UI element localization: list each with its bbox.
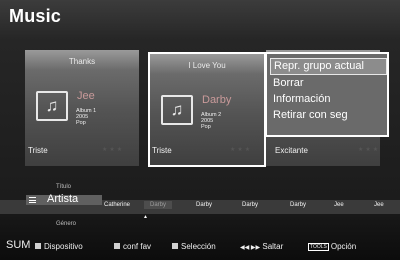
- strip-item-selected[interactable]: Darby: [144, 201, 173, 209]
- card-artist: Jee: [77, 90, 95, 102]
- card-genre: Pop: [201, 124, 211, 130]
- help-fav[interactable]: conf fav: [114, 242, 151, 251]
- strip-item[interactable]: Darby: [196, 202, 212, 208]
- position-marker-icon: ▲: [143, 214, 148, 220]
- music-note-icon: ♫: [161, 95, 193, 125]
- music-screen: Music Thanks ♫ Jee Album 1 2005 Pop I Lo…: [0, 0, 400, 260]
- strip-item[interactable]: Jee: [374, 202, 384, 208]
- list-icon: [29, 197, 36, 203]
- help-option-label: Opción: [330, 242, 357, 251]
- skip-icon: ◀◀ ▶▶: [240, 245, 261, 251]
- menu-item-delete[interactable]: Borrar: [270, 75, 387, 91]
- help-fav-label: conf fav: [123, 242, 152, 251]
- brand-label: SUM: [6, 239, 31, 251]
- card-meta: Album 1 2005 Pop: [76, 108, 96, 126]
- card-artist: Darby: [202, 94, 232, 106]
- help-device[interactable]: Dispositivo: [35, 242, 83, 251]
- sort-current[interactable]: Artista: [47, 193, 78, 205]
- card-meta: Album 2 2005 Pop: [201, 112, 221, 130]
- tools-key-icon: TOOLS: [308, 243, 329, 251]
- help-skip-label: Saltar: [262, 242, 284, 251]
- bottom-help-bar: SUM Dispositivo conf fav Selección ◀◀ ▶▶…: [0, 234, 400, 260]
- card-mood: Triste: [152, 146, 172, 155]
- red-key-icon: [35, 243, 41, 249]
- menu-item-play-group[interactable]: Repr. grupo actual: [270, 58, 387, 75]
- sort-option-below[interactable]: Género: [56, 221, 76, 227]
- help-skip[interactable]: ◀◀ ▶▶ Saltar: [240, 242, 283, 251]
- strip-item[interactable]: Jee: [334, 202, 344, 208]
- sort-bar: Título Artista Género Catherine Darby Da…: [0, 183, 400, 227]
- strip-item[interactable]: Darby: [242, 202, 258, 208]
- green-key-icon: [114, 243, 120, 249]
- page-title: Music: [9, 6, 62, 26]
- strip-item[interactable]: Catherine: [104, 202, 130, 208]
- strip-item[interactable]: Darby: [290, 202, 306, 208]
- card-mood: Triste: [28, 146, 48, 155]
- help-select[interactable]: Selección: [172, 242, 216, 251]
- help-select-label: Selección: [181, 242, 216, 251]
- rating-stars: ★★★: [358, 147, 381, 153]
- music-note-icon: ♫: [36, 91, 68, 121]
- rating-stars: ★★★: [230, 147, 253, 153]
- card-song-title: I Love You: [188, 61, 226, 70]
- help-device-label: Dispositivo: [44, 242, 83, 251]
- yellow-key-icon: [172, 243, 178, 249]
- sort-option-above[interactable]: Título: [56, 184, 71, 190]
- menu-item-information[interactable]: Información: [270, 91, 387, 107]
- help-option[interactable]: TOOLS Opción: [308, 242, 356, 251]
- card-genre: Pop: [76, 120, 86, 126]
- card-song-title: Thanks: [68, 57, 96, 66]
- rating-stars: ★★★: [102, 147, 125, 153]
- menu-item-safe-remove[interactable]: Retirar con seg: [270, 107, 387, 123]
- card-mood: Excitante: [275, 146, 308, 155]
- tools-context-menu: Repr. grupo actual Borrar Información Re…: [265, 52, 389, 137]
